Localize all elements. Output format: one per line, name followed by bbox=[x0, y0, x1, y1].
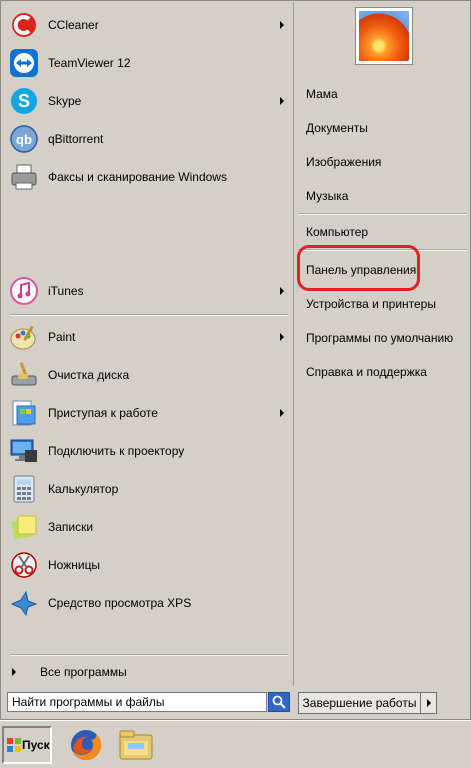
ccleaner-icon bbox=[8, 9, 40, 41]
shutdown-options-button[interactable] bbox=[421, 692, 437, 714]
search-input[interactable]: Найти программы и файлы bbox=[7, 692, 267, 712]
start-button[interactable]: Пуск bbox=[2, 726, 52, 764]
start-menu-left-pane: CCleaner TeamViewer 12 S Skype qb qBitto… bbox=[2, 2, 294, 686]
program-fax-scan[interactable]: Факсы и сканирование Windows bbox=[8, 160, 290, 194]
submenu-arrow-icon bbox=[280, 409, 284, 417]
svg-text:S: S bbox=[18, 91, 30, 111]
qbittorrent-icon: qb bbox=[8, 123, 40, 155]
link-user-folder[interactable]: Мама bbox=[306, 84, 338, 104]
search-button[interactable] bbox=[268, 692, 290, 712]
link-documents[interactable]: Документы bbox=[306, 118, 368, 138]
itunes-icon bbox=[8, 275, 40, 307]
search-placeholder: Найти программы и файлы bbox=[12, 695, 165, 709]
taskbar-firefox-button[interactable] bbox=[66, 725, 106, 765]
link-default-programs[interactable]: Программы по умолчанию bbox=[306, 328, 453, 348]
submenu-arrow-icon bbox=[280, 97, 284, 105]
program-snipping-tool[interactable]: Ножницы bbox=[8, 548, 290, 582]
program-label: Подключить к проектору bbox=[48, 444, 185, 458]
all-programs-label: Все программы bbox=[40, 665, 127, 679]
separator bbox=[298, 213, 466, 215]
separator bbox=[10, 314, 288, 316]
program-label: iTunes bbox=[48, 284, 84, 298]
firefox-icon bbox=[71, 729, 102, 760]
start-label: Пуск bbox=[22, 738, 50, 752]
link-computer[interactable]: Компьютер bbox=[306, 222, 368, 242]
program-projector[interactable]: Подключить к проектору bbox=[8, 434, 290, 468]
program-teamviewer[interactable]: TeamViewer 12 bbox=[8, 46, 290, 80]
windows-logo-icon bbox=[7, 738, 21, 752]
chevron-right-icon bbox=[426, 699, 431, 707]
link-devices-printers[interactable]: Устройства и принтеры bbox=[306, 294, 436, 314]
all-programs-button[interactable]: Все программы bbox=[12, 663, 127, 681]
start-menu: CCleaner TeamViewer 12 S Skype qb qBitto… bbox=[0, 0, 471, 720]
program-label: Skype bbox=[48, 94, 82, 108]
program-getting-started[interactable]: Приступая к работе bbox=[8, 396, 290, 430]
shutdown-button[interactable]: Завершение работы bbox=[298, 692, 421, 714]
submenu-arrow-icon bbox=[280, 333, 284, 341]
program-label: Paint bbox=[48, 330, 76, 344]
program-label: Калькулятор bbox=[48, 482, 119, 496]
shutdown-label: Завершение работы bbox=[302, 696, 417, 710]
program-label: Ножницы bbox=[48, 558, 101, 572]
start-menu-right-pane: Мама Документы Изображения Музыка Компью… bbox=[294, 2, 470, 686]
program-skype[interactable]: S Skype bbox=[8, 84, 290, 118]
link-pictures[interactable]: Изображения bbox=[306, 152, 381, 172]
link-music[interactable]: Музыка bbox=[306, 186, 348, 206]
program-paint[interactable]: Paint bbox=[8, 320, 290, 354]
taskbar-explorer-button[interactable] bbox=[116, 725, 156, 765]
program-ccleaner[interactable]: CCleaner bbox=[8, 8, 290, 42]
program-label: CCleaner bbox=[48, 18, 99, 32]
program-label: Факсы и сканирование Windows bbox=[48, 170, 227, 184]
submenu-arrow-icon bbox=[280, 21, 284, 29]
program-label: Очистка диска bbox=[48, 368, 130, 382]
program-label: Приступая к работе bbox=[48, 406, 158, 420]
annotation-highlight-circle bbox=[297, 245, 420, 291]
program-calculator[interactable]: Калькулятор bbox=[8, 472, 290, 506]
skype-icon: S bbox=[8, 85, 40, 117]
chevron-right-icon bbox=[12, 668, 16, 676]
program-label: Записки bbox=[48, 520, 94, 534]
disk-cleanup-icon bbox=[8, 359, 40, 391]
getting-started-icon bbox=[8, 397, 40, 429]
paint-icon bbox=[8, 321, 40, 353]
snipping-tool-icon bbox=[8, 549, 40, 581]
flower-picture bbox=[359, 11, 409, 61]
taskbar: Пуск bbox=[0, 720, 471, 768]
xps-viewer-icon bbox=[8, 587, 40, 619]
folder-icon bbox=[119, 730, 153, 760]
program-label: qBittorrent bbox=[48, 132, 104, 146]
projector-icon bbox=[8, 435, 40, 467]
teamviewer-icon bbox=[8, 47, 40, 79]
svg-text:qb: qb bbox=[16, 132, 32, 147]
search-icon bbox=[272, 695, 286, 709]
program-disk-cleanup[interactable]: Очистка диска bbox=[8, 358, 290, 392]
separator bbox=[10, 654, 288, 656]
link-help-support[interactable]: Справка и поддержка bbox=[306, 362, 427, 382]
submenu-arrow-icon bbox=[280, 287, 284, 295]
program-itunes[interactable]: iTunes bbox=[8, 274, 290, 308]
sticky-notes-icon bbox=[8, 511, 40, 543]
program-sticky-notes[interactable]: Записки bbox=[8, 510, 290, 544]
fax-scan-icon bbox=[8, 161, 40, 193]
program-label: Средство просмотра XPS bbox=[48, 596, 192, 610]
user-avatar[interactable] bbox=[355, 7, 413, 65]
calculator-icon bbox=[8, 473, 40, 505]
program-xps-viewer[interactable]: Средство просмотра XPS bbox=[8, 586, 290, 620]
program-label: TeamViewer 12 bbox=[48, 56, 131, 70]
program-qbittorrent[interactable]: qb qBittorrent bbox=[8, 122, 290, 156]
